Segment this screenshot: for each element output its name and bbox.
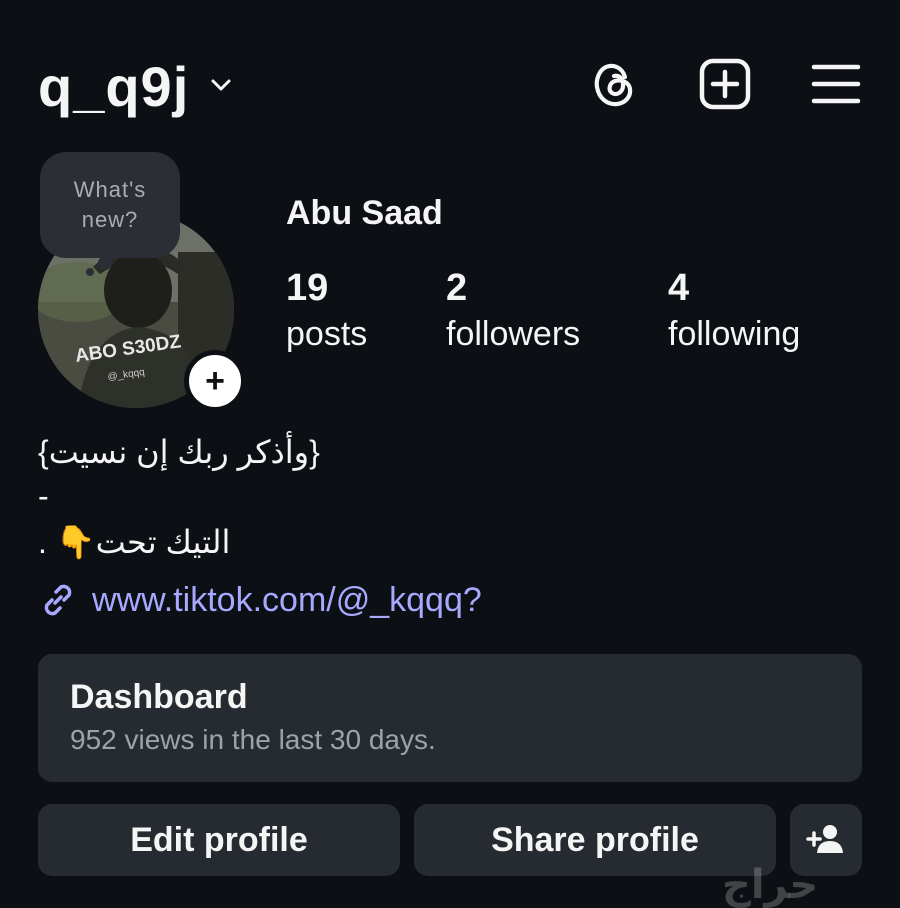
chevron-down-icon[interactable] <box>208 72 234 98</box>
followers-stat[interactable]: 2 followers <box>446 266 580 358</box>
followers-count: 2 <box>446 267 468 309</box>
note-bubble[interactable]: What's new? <box>40 152 180 258</box>
dashboard-title: Dashboard <box>70 678 248 716</box>
followers-label: followers <box>446 315 581 353</box>
posts-count: 19 <box>286 267 329 309</box>
note-placeholder: What's new? <box>73 177 147 232</box>
posts-stat[interactable]: 19 posts <box>286 266 367 358</box>
dashboard-card[interactable]: Dashboard 952 views in the last 30 days. <box>38 654 862 782</box>
following-count: 4 <box>668 267 690 309</box>
note-bubble-dot <box>98 256 112 270</box>
link-icon <box>44 584 72 616</box>
menu-icon[interactable] <box>808 56 864 112</box>
bio-line-2: - <box>38 478 49 514</box>
dashboard-subtitle: 952 views in the last 30 days. <box>70 724 436 755</box>
username-title[interactable]: q_q9j <box>38 52 189 122</box>
posts-label: posts <box>286 315 368 353</box>
add-story-button[interactable]: + <box>184 350 246 412</box>
bio-line-3: . 👇التيك تحت <box>38 524 231 560</box>
display-name: Abu Saad <box>286 194 443 232</box>
bio-link-text[interactable]: www.tiktok.com/@_kqqq? <box>92 581 482 620</box>
add-person-icon <box>806 825 843 853</box>
plus-icon: + <box>205 362 225 400</box>
threads-icon[interactable] <box>586 56 642 112</box>
new-post-icon[interactable] <box>697 56 753 112</box>
following-label: following <box>668 315 801 353</box>
bio-link[interactable]: www.tiktok.com/@_kqqq? <box>38 580 482 620</box>
note-bubble-dot-small <box>86 268 94 276</box>
watermark: حراج <box>722 863 819 907</box>
edit-profile-button[interactable]: Edit profile <box>38 804 400 876</box>
following-stat[interactable]: 4 following <box>668 266 800 358</box>
bio-line-1: {وأذكر ربك إن نسيت} <box>38 434 320 470</box>
